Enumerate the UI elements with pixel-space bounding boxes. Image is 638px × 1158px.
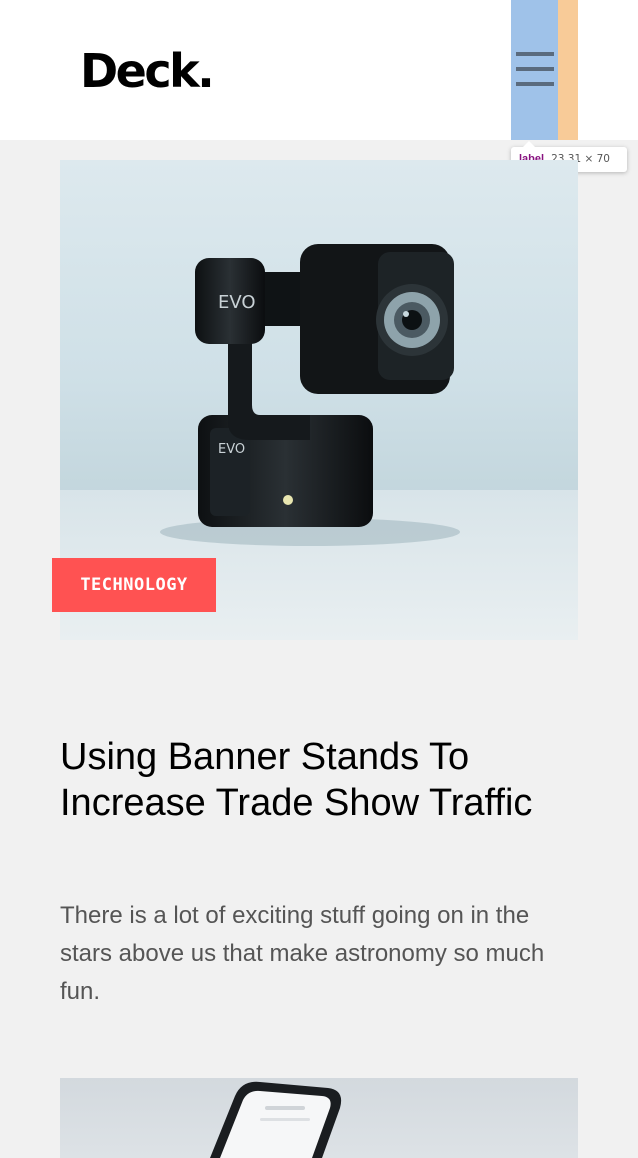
svg-text:EVO: EVO <box>218 292 256 313</box>
next-post-image[interactable] <box>60 1078 578 1158</box>
hamburger-menu-icon[interactable] <box>516 52 554 90</box>
devtools-padding-highlight <box>558 0 578 140</box>
category-badge[interactable]: TECHNOLOGY <box>52 558 216 612</box>
site-logo[interactable]: Deck. <box>80 44 215 98</box>
post-title[interactable]: Using Banner Stands To Increase Trade Sh… <box>60 734 540 826</box>
post-excerpt: There is a lot of exciting stuff going o… <box>60 902 545 1005</box>
smartphone-illustration <box>210 1081 342 1158</box>
svg-text:EVO: EVO <box>218 442 245 457</box>
